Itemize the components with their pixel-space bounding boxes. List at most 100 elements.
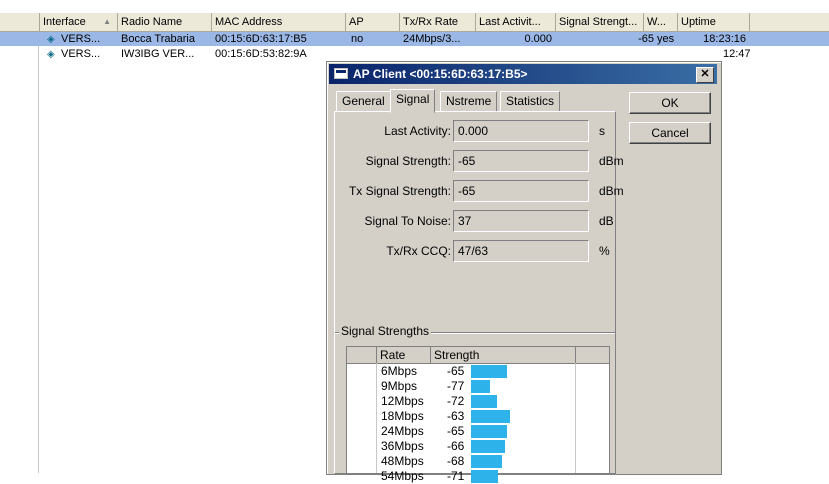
field-last-activity: Last Activity: 0.000 s [335,120,615,144]
strength-value: -65 [447,424,465,438]
row-radio-name: IW3IBG VER... [121,48,195,60]
strength-row[interactable]: 6Mbps -65 [347,364,609,379]
window-icon [334,68,348,79]
row-uptime: 12:47 [723,48,750,60]
row-interface: VERS... [61,33,101,45]
field-signal-to-noise: Signal To Noise: 37 dB [335,210,615,234]
cancel-button[interactable]: Cancel [629,122,711,144]
strength-rate: 24Mbps [381,424,424,438]
strength-rate: 54Mbps [381,469,424,483]
strength-value: -71 [447,469,465,483]
row-rate: 24Mbps/3... [403,33,461,45]
wireless-interface-icon: ◈ [47,34,55,45]
strength-rate: 18Mbps [381,409,424,423]
sort-ascending-icon: ▲ [103,17,111,26]
strength-row[interactable]: 36Mbps -66 [347,439,609,454]
signal-to-noise-unit: dB [599,214,614,228]
col-strength[interactable]: Strength [431,347,576,363]
strength-bar [471,365,507,378]
strength-row[interactable]: 48Mbps -68 [347,454,609,469]
dialog-titlebar[interactable]: AP Client <00:15:6D:63:17:B5> ✕ [329,64,717,84]
row-signal: -65 [638,33,654,45]
signal-strength-unit: dBm [599,154,624,168]
signal-strength-label: Signal Strength: [365,154,451,168]
strength-rate: 36Mbps [381,439,424,453]
strength-bar [471,425,507,438]
strength-bar [471,395,497,408]
close-icon: ✕ [700,68,710,80]
col-interface[interactable]: Interface ▲ [40,13,118,31]
col-mac-address[interactable]: MAC Address [212,13,346,31]
row-uptime: 18:23:16 [703,33,746,45]
row-interface: VERS... [61,48,101,60]
field-tx-signal-strength: Tx Signal Strength: -65 dBm [335,180,624,204]
last-activity-value: 0.000 [453,120,589,142]
header-spacer [0,13,40,31]
col-uptime[interactable]: Uptime [678,13,750,31]
col-interface-label: Interface [43,16,86,28]
strength-row[interactable]: 54Mbps -71 [347,469,609,484]
wireless-interface-icon: ◈ [47,49,55,60]
strength-rate: 48Mbps [381,454,424,468]
strength-value: -65 [447,364,465,378]
ccq-unit: % [599,244,610,258]
strength-table-header: Rate Strength [347,347,609,364]
col-rate[interactable]: Rate [377,347,431,363]
col-tx-rx-rate[interactable]: Tx/Rx Rate [400,13,476,31]
col-wds[interactable]: W... [644,13,678,31]
col-ap[interactable]: AP [346,13,400,31]
strength-bar [471,410,510,423]
row-ap: no [351,33,364,45]
tx-signal-strength-value: -65 [453,180,589,202]
strength-bar [471,455,502,468]
strength-rate: 9Mbps [381,379,418,393]
strength-bar [471,380,490,393]
strength-value: -63 [447,409,465,423]
close-button[interactable]: ✕ [696,67,714,83]
tab-statistics[interactable]: Statistics [500,91,561,112]
tx-signal-strength-unit: dBm [599,184,624,198]
row-interface-cell: ◈ VERS... [44,32,118,46]
strength-value: -68 [447,454,465,468]
field-ccq: Tx/Rx CCQ: 47/63 % [335,240,615,264]
signal-strengths-table[interactable]: Rate Strength 6Mbps -65 9Mbps -77 12Mbps -72 1… [346,346,610,483]
row-mac: 00:15:6D:53:82:9A [215,48,307,60]
row-interface-cell: ◈ VERS... [44,47,118,61]
col-signal-strength[interactable]: Signal Strengt... [556,13,644,31]
strength-header-spacer [347,347,377,363]
table-header: Interface ▲ Radio Name MAC Address AP Tx… [0,13,829,32]
table-row[interactable]: ◈ VERS... IW3IBG VER... 00:15:6D:53:82:9A… [0,47,829,61]
strength-row[interactable]: 18Mbps -63 [347,409,609,424]
strength-rate: 12Mbps [381,394,424,408]
row-wds: yes [657,33,675,45]
row-radio-name: Bocca Trabaria [121,33,195,45]
strength-value: -72 [447,394,465,408]
signal-strengths-group-label: Signal Strengths [339,324,432,338]
dialog-title: AP Client <00:15:6D:63:17:B5> [353,67,528,81]
strength-row[interactable]: 12Mbps -72 [347,394,609,409]
tab-nstreme[interactable]: Nstreme [440,91,498,112]
strength-bar [471,440,505,453]
col-radio-name[interactable]: Radio Name [118,13,212,31]
ok-button[interactable]: OK [629,92,711,114]
row-last-activity: 0.000 [524,33,552,45]
table-row[interactable]: ◈ VERS... Bocca Trabaria 00:15:6D:63:17:B… [0,32,829,46]
tab-signal[interactable]: Signal [390,89,436,113]
signal-to-noise-value: 37 [453,210,589,232]
ap-client-dialog: AP Client <00:15:6D:63:17:B5> ✕ General … [326,61,722,483]
col-last-activity[interactable]: Last Activit... [476,13,556,31]
ccq-label: Tx/Rx CCQ: [386,244,451,258]
last-activity-unit: s [599,124,605,138]
signal-to-noise-label: Signal To Noise: [364,214,452,228]
row-mac: 00:15:6D:63:17:B5 [215,33,307,45]
strength-value: -77 [447,379,465,393]
strength-row[interactable]: 9Mbps -77 [347,379,609,394]
row-gutter [0,13,39,473]
signal-strength-value: -65 [453,150,589,172]
strength-value: -66 [447,439,465,453]
strength-bar [471,470,498,483]
tab-general[interactable]: General [336,91,391,112]
strength-row[interactable]: 24Mbps -65 [347,424,609,439]
signal-panel: Last Activity: 0.000 s Signal Strength: … [334,111,624,483]
ccq-value: 47/63 [453,240,589,262]
